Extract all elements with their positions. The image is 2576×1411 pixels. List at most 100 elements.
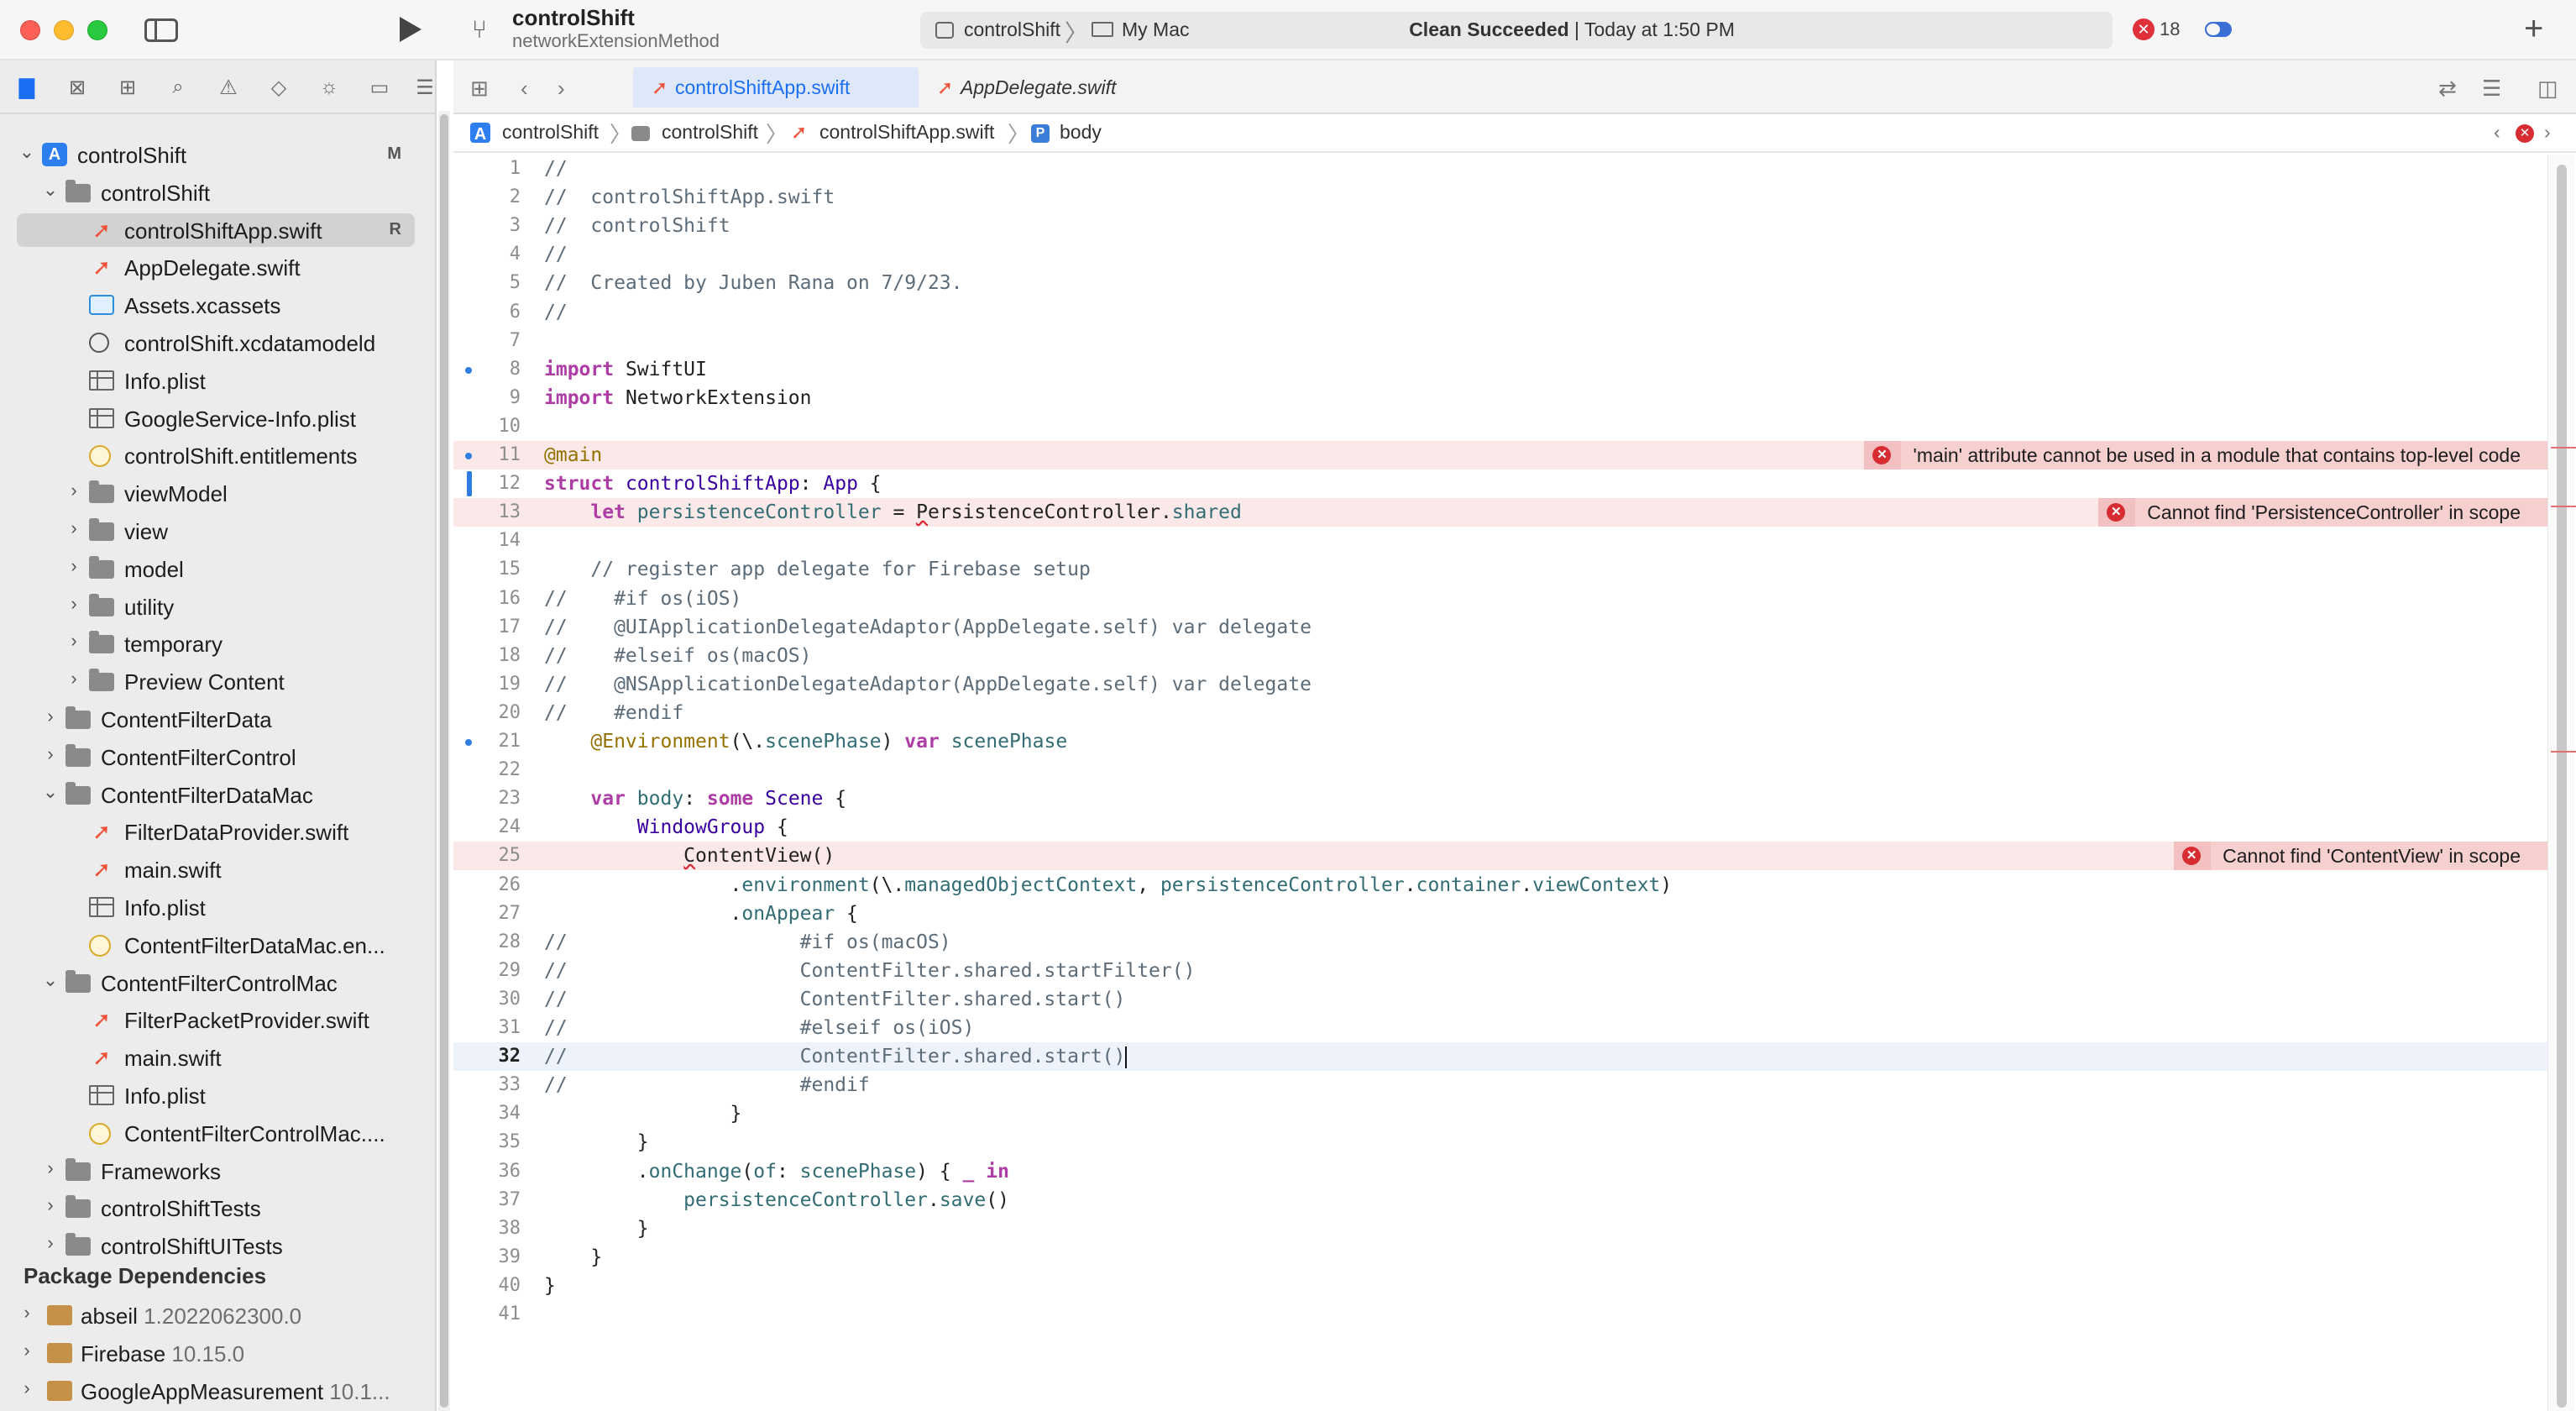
sidebar-item[interactable]: › utility (17, 590, 415, 623)
code-line[interactable]: 37 persistenceController.save() (453, 1186, 2547, 1214)
sidebar-item[interactable]: Info.plist (17, 364, 415, 397)
debug-icon[interactable]: ☼ (316, 74, 343, 101)
sidebar-item[interactable]: › viewModel (17, 476, 415, 510)
sidebar-item[interactable]: › controlShiftUITests (17, 1229, 415, 1262)
chevron-right-icon[interactable]: › (64, 555, 84, 577)
sidebar-item[interactable]: › view (17, 514, 415, 548)
sidebar-item[interactable]: ⌄ AcontrolShift M (17, 138, 415, 171)
code-line[interactable]: 34 } (453, 1099, 2547, 1128)
chevron-down-icon[interactable]: ⌄ (17, 141, 37, 163)
add-icon[interactable]: + (2524, 10, 2543, 47)
branch-name[interactable]: networkExtensionMethod (512, 30, 720, 52)
error-annotation[interactable]: ✕ 'main' attribute cannot be used in a mo… (1864, 441, 2547, 469)
code-editor[interactable]: 1 // 2 // controlShiftApp.swift 3 // controlS… (453, 155, 2547, 1411)
chevron-right-icon[interactable]: › (17, 1340, 37, 1361)
jumpbar-group[interactable]: controlShift (662, 121, 758, 144)
code-line[interactable]: 2 // controlShiftApp.swift (453, 183, 2547, 212)
sidebar-item[interactable]: › model (17, 552, 415, 585)
editor-options-icon[interactable]: ☰ (2482, 76, 2501, 102)
code-line[interactable]: 14 (453, 527, 2547, 555)
sidebar-item[interactable]: Info.plist (17, 890, 415, 924)
tab-appdelegate[interactable]: ➚ AppDelegate.swift (919, 67, 1187, 108)
code-line[interactable]: 21 @Environment(\.scenePhase) var sceneP… (453, 727, 2547, 756)
code-line[interactable]: 19 // @NSApplicationDelegateAdaptor(AppDe… (453, 670, 2547, 699)
issue-icon[interactable]: ⚠ (215, 74, 242, 101)
code-line[interactable]: 28 // #if os(macOS) (453, 928, 2547, 957)
error-icon[interactable]: ✕ (2516, 124, 2534, 143)
code-line[interactable]: 13 let persistenceController = Persisten… (453, 498, 2547, 527)
test-icon[interactable]: ◇ (265, 74, 292, 101)
code-line[interactable]: 36 .onChange(of: scenePhase) { _ in (453, 1157, 2547, 1186)
sidebar-item[interactable]: ➚ main.swift (17, 1041, 415, 1074)
code-line[interactable]: 22 (453, 756, 2547, 784)
code-line[interactable]: 33 // #endif (453, 1071, 2547, 1099)
sidebar-item[interactable]: ⌄ controlShift (17, 176, 415, 209)
code-line[interactable]: 26 .environment(\.managedObjectContext, … (453, 871, 2547, 900)
code-line[interactable]: 23 var body: some Scene { (453, 784, 2547, 813)
tab-controlshiftapp[interactable]: ➚ controlShiftApp.swift (633, 67, 919, 108)
code-line[interactable]: 32 // ContentFilter.shared.start() (453, 1042, 2547, 1072)
error-annotation[interactable]: ✕ Cannot find 'PersistenceController' in … (2098, 498, 2547, 527)
cloud-icon[interactable] (2205, 22, 2232, 37)
sidebar-item[interactable]: › Preview Content (17, 664, 415, 698)
jumpbar-project[interactable]: controlShift (502, 121, 599, 144)
code-line[interactable]: 3 // controlShift (453, 212, 2547, 240)
error-annotation[interactable]: ✕ Cannot find 'ContentView' in scope (2174, 842, 2547, 871)
code-line[interactable]: 7 (453, 327, 2547, 355)
grid-icon[interactable]: ⊞ (470, 76, 489, 102)
chevron-down-icon[interactable]: ⌄ (40, 179, 60, 201)
code-line[interactable]: 30 // ContentFilter.shared.start() (453, 985, 2547, 1014)
sidebar-icon[interactable] (144, 18, 178, 42)
code-line[interactable]: 24 WindowGroup { (453, 813, 2547, 842)
code-line[interactable]: 41 (453, 1300, 2547, 1329)
code-line[interactable]: 31 // #elseif os(iOS) (453, 1014, 2547, 1042)
sidebar-item[interactable]: ⌄ ContentFilterDataMac (17, 778, 415, 811)
chevron-right-icon[interactable]: › (64, 668, 84, 690)
code-line[interactable]: 5 // Created by Juben Rana on 7/9/23. (453, 269, 2547, 297)
package-item[interactable]: › abseil 1.2022062300.0 (17, 1298, 415, 1332)
sidebar-item[interactable]: GoogleService-Info.plist (17, 401, 415, 435)
sidebar-item[interactable]: ContentFilterDataMac.en... (17, 928, 415, 962)
chevron-right-icon[interactable]: › (40, 706, 60, 727)
sidebar-item[interactable]: ➚ FilterDataProvider.swift (17, 815, 415, 848)
code-line[interactable]: 29 // ContentFilter.shared.startFilter() (453, 957, 2547, 985)
code-line[interactable]: 39 } (453, 1243, 2547, 1272)
forward-icon[interactable]: › (558, 76, 565, 102)
back-icon[interactable]: ‹ (521, 76, 528, 102)
split-editor-icon[interactable]: ◫ (2537, 76, 2558, 102)
code-line[interactable]: 15 // register app delegate for Firebase… (453, 555, 2547, 584)
sidebar-item[interactable]: controlShift.entitlements (17, 438, 415, 472)
folder-icon[interactable]: ▇ (13, 74, 40, 101)
sidebar-item[interactable]: ➚ main.swift (17, 852, 415, 886)
code-line[interactable]: 35 } (453, 1128, 2547, 1157)
breakpoint-icon[interactable]: ▭ (366, 74, 393, 101)
chevron-right-icon[interactable]: › (40, 1157, 60, 1179)
sidebar-item[interactable]: › Frameworks (17, 1154, 415, 1188)
code-line[interactable]: 18 // #elseif os(macOS) (453, 642, 2547, 670)
sidebar-item[interactable]: › ContentFilterData (17, 702, 415, 736)
branch-icon[interactable]: ⑂ (472, 15, 500, 45)
chevron-right-icon[interactable]: › (40, 1232, 60, 1254)
scheme-selector[interactable]: controlShift (964, 18, 1060, 41)
code-line[interactable]: 8 import SwiftUI (453, 355, 2547, 384)
sidebar-item[interactable]: controlShift.xcdatamodeld (17, 326, 415, 359)
code-line[interactable]: 17 // @UIApplicationDelegateAdaptor(AppDe… (453, 613, 2547, 642)
code-line[interactable]: 11 @main ✕ 'main' attribute cannot be used … (453, 441, 2547, 469)
destination-selector[interactable]: My Mac (1122, 18, 1190, 41)
package-item[interactable]: › GoogleAppMeasurement 10.1... (17, 1374, 415, 1408)
minimize-window-button[interactable] (54, 20, 74, 40)
related-items-icon[interactable]: ⇄ (2438, 76, 2457, 102)
code-line[interactable]: 16 // #if os(iOS) (453, 585, 2547, 613)
source-control-icon[interactable]: ⊠ (64, 74, 91, 101)
code-line[interactable]: 20 // #endif (453, 699, 2547, 727)
chevron-right-icon[interactable]: › (40, 743, 60, 765)
previous-issue-icon[interactable]: ‹ (2494, 121, 2500, 144)
code-line[interactable]: 1 // (453, 155, 2547, 183)
symbol-icon[interactable]: ⊞ (114, 74, 141, 101)
code-line[interactable]: 38 } (453, 1214, 2547, 1243)
chevron-right-icon[interactable]: › (64, 480, 84, 501)
code-line[interactable]: 6 // (453, 298, 2547, 327)
sidebar-item[interactable]: › temporary (17, 627, 415, 660)
editor-scrollbar[interactable] (2547, 155, 2574, 1411)
chevron-right-icon[interactable]: › (64, 517, 84, 539)
